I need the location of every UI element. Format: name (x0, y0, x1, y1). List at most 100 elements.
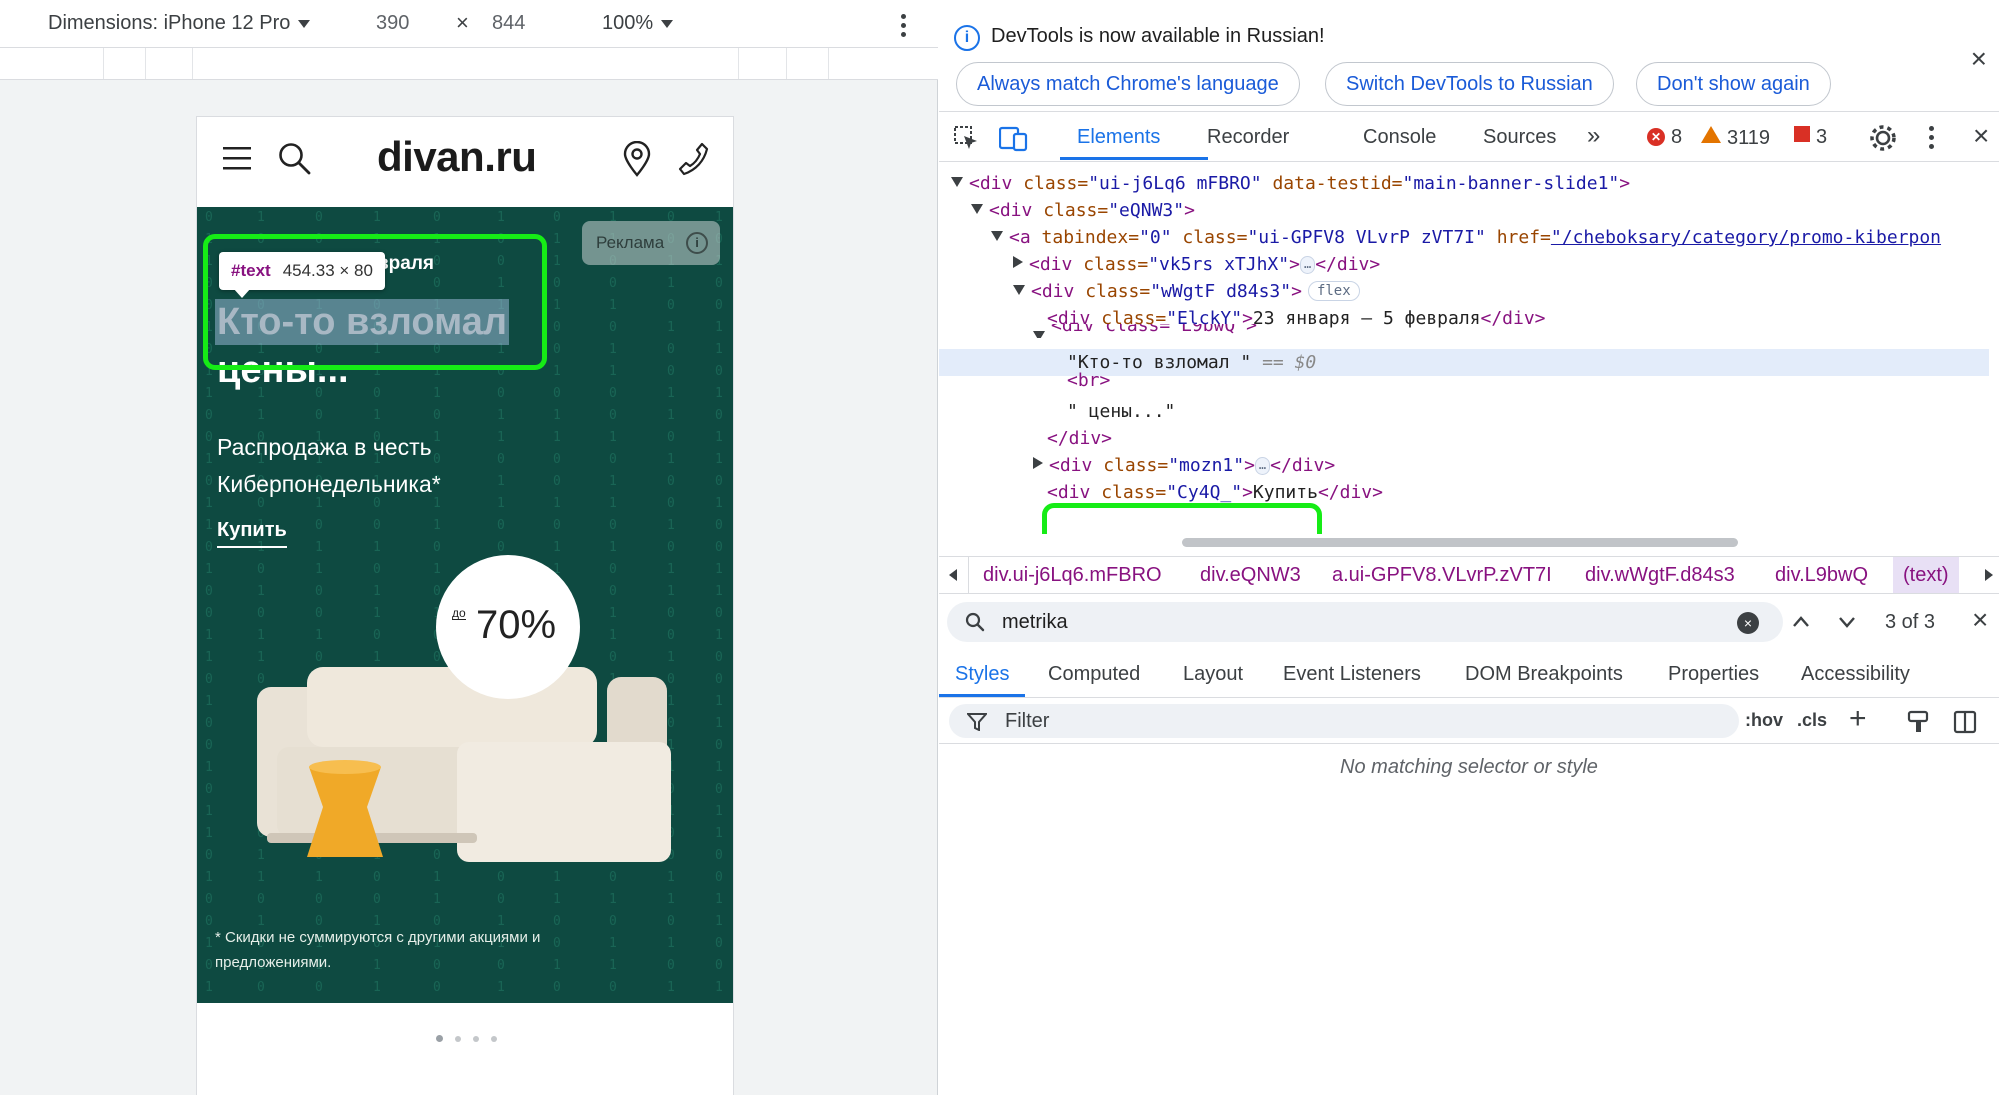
horizontal-scrollbar[interactable] (1182, 538, 1738, 547)
dom-row[interactable]: " цены..." (939, 398, 1989, 425)
breadcrumb: div.ui-j6Lq6.mFBRO div.eQNW3 a.ui-GPFV8.… (939, 556, 1999, 594)
ad-badge[interactable]: Реклама i (582, 221, 720, 265)
warning-icon (1701, 126, 1721, 143)
gear-icon[interactable] (1869, 124, 1897, 152)
device-emulation-pane: Dimensions: iPhone 12 Pro 390 × 844 100%… (0, 0, 938, 1095)
tab-computed[interactable]: Computed (1048, 663, 1140, 686)
carousel-dot[interactable] (472, 1036, 479, 1042)
paint-brush-icon[interactable] (1907, 710, 1931, 734)
issue-icon (1794, 126, 1810, 142)
chevron-down-icon (661, 19, 674, 28)
breadcrumb-item[interactable]: div.eQNW3 (1200, 557, 1301, 593)
dom-row[interactable]: <div class="vk5rs xTJhX">… </div> (939, 251, 1989, 278)
dom-row[interactable]: <div class="mozn1">… </div> (939, 452, 1989, 479)
switch-language-button[interactable]: Switch DevTools to Russian (1325, 62, 1614, 106)
inspect-tooltip: #text 454.33 × 80 (219, 252, 385, 298)
collapsed-ellipsis[interactable]: … (1254, 457, 1271, 475)
chevron-up-icon[interactable] (1791, 612, 1811, 632)
dom-row[interactable]: <div class="Cy4Q_">Купить</div> (939, 479, 1989, 506)
carousel-dot[interactable] (490, 1036, 497, 1042)
styles-tabbar: Styles Computed Layout Event Listeners D… (939, 650, 1999, 698)
zoom-select[interactable]: 100% (602, 12, 674, 35)
tab-elements[interactable]: Elements (1077, 126, 1160, 149)
error-icon: ✕ (1647, 128, 1665, 146)
issue-count[interactable]: 3 (1794, 126, 1827, 149)
sidebar-toggle-icon[interactable] (1953, 710, 1977, 734)
breadcrumb-item-current[interactable]: (text) (1893, 557, 1959, 593)
dom-row[interactable]: <br> (939, 371, 1989, 389)
location-pin-icon[interactable] (622, 141, 652, 177)
tab-styles[interactable]: Styles (955, 663, 1009, 686)
dom-row[interactable]: <div class="eQNW3"> (939, 197, 1989, 224)
language-infobar: i DevTools is now available in Russian! … (939, 0, 1999, 112)
error-count[interactable]: ✕ 8 (1647, 126, 1682, 149)
carousel-dot[interactable] (435, 1035, 443, 1042)
carousel-dots[interactable] (197, 1029, 733, 1047)
annotation-highlight-box (1042, 503, 1322, 534)
hover-state-toggle[interactable]: :hov (1745, 710, 1783, 731)
ad-badge-label: Реклама (596, 233, 665, 252)
discount-value: 70% (476, 603, 557, 647)
chevron-down-icon[interactable] (1837, 612, 1857, 632)
breadcrumb-item[interactable]: div.L9bwQ (1775, 557, 1868, 593)
close-devtools-icon[interactable]: × (1973, 120, 1989, 152)
tab-console[interactable]: Console (1363, 126, 1436, 149)
warning-count[interactable]: 3119 (1701, 126, 1770, 150)
collapsed-ellipsis[interactable]: … (1299, 256, 1316, 274)
breadcrumb-item[interactable]: div.wWgtF.d84s3 (1585, 557, 1735, 593)
tab-dom-breakpoints[interactable]: DOM Breakpoints (1465, 663, 1623, 686)
dimension-times-sign: × (456, 10, 469, 35)
dom-row[interactable]: <div class="ui-j6Lq6 mFBRO" data-testid=… (939, 170, 1989, 197)
dom-row[interactable]: <div class="L9bwQ"> (939, 324, 1989, 338)
tab-properties[interactable]: Properties (1668, 663, 1759, 686)
device-select[interactable]: Dimensions: iPhone 12 Pro (48, 12, 311, 35)
info-icon[interactable]: i (686, 232, 708, 254)
hamburger-menu-icon[interactable] (223, 145, 253, 171)
tab-recorder[interactable]: Recorder (1207, 126, 1289, 149)
dom-row[interactable]: <div class="wWgtF d84s3"> flex (939, 278, 1989, 305)
height-input[interactable]: 844 (492, 12, 525, 35)
error-count-value: 8 (1671, 126, 1683, 148)
more-options-icon[interactable] (1929, 126, 1935, 153)
search-icon[interactable] (278, 142, 312, 176)
close-icon[interactable]: × (1971, 45, 1987, 73)
breadcrumb-scroll-left[interactable] (939, 557, 969, 593)
clear-search-icon[interactable]: × (1737, 612, 1759, 634)
tooltip-node-type: #text (231, 261, 271, 280)
dont-show-again-button[interactable]: Don't show again (1636, 62, 1831, 106)
dom-search-input[interactable]: metrika × (947, 602, 1783, 642)
media-query-bar[interactable] (0, 48, 938, 80)
devtools-tabbar: Elements Recorder Console Sources » ✕ 8 3… (939, 112, 1999, 162)
buy-link[interactable]: Купить (217, 519, 287, 548)
device-select-label: Dimensions: iPhone 12 Pro (48, 12, 291, 34)
tab-sources[interactable]: Sources (1483, 126, 1556, 149)
inspect-element-icon[interactable] (953, 125, 979, 151)
breadcrumb-scroll-right[interactable] (1979, 557, 1999, 593)
dom-row[interactable]: </div> (939, 425, 1989, 452)
breadcrumb-item[interactable]: div.ui-j6Lq6.mFBRO (983, 557, 1162, 593)
more-tabs-icon[interactable]: » (1587, 122, 1600, 150)
promo-footnote: * Скидки не суммируются с другими акциям… (215, 929, 541, 971)
tab-layout[interactable]: Layout (1183, 663, 1243, 686)
chevron-down-icon (298, 19, 311, 28)
flex-badge[interactable]: flex (1307, 281, 1360, 301)
close-search-icon[interactable]: × (1972, 604, 1988, 636)
breadcrumb-item[interactable]: a.ui-GPFV8.VLvrP.zVT7I (1332, 557, 1552, 593)
device-toggle-icon[interactable] (999, 124, 1029, 152)
dom-tree[interactable]: <div class="ui-j6Lq6 mFBRO" data-testid=… (939, 162, 1989, 534)
decorative-code-rain: 1 0 1 0 0 1 1 0 1 0 1 1 0 1 0 0 1 1 0 1 … (715, 210, 723, 995)
new-style-rule-icon[interactable]: + (1849, 702, 1867, 736)
styles-filter-input[interactable]: Filter (949, 704, 1739, 738)
site-header: divan.ru (197, 117, 733, 207)
search-query[interactable]: metrika (1002, 611, 1068, 634)
tab-event-listeners[interactable]: Event Listeners (1283, 663, 1421, 686)
phone-icon[interactable] (678, 141, 710, 177)
more-options-icon[interactable] (901, 14, 907, 41)
class-toggle[interactable]: .cls (1797, 710, 1827, 731)
site-logo[interactable]: divan.ru (377, 133, 537, 181)
width-input[interactable]: 390 (376, 12, 409, 35)
dom-row[interactable]: <a tabindex="0" class="ui-GPFV8 VLvrP zV… (939, 224, 1989, 251)
tab-accessibility[interactable]: Accessibility (1801, 663, 1910, 686)
carousel-dot[interactable] (454, 1036, 461, 1042)
match-language-button[interactable]: Always match Chrome's language (956, 62, 1300, 106)
